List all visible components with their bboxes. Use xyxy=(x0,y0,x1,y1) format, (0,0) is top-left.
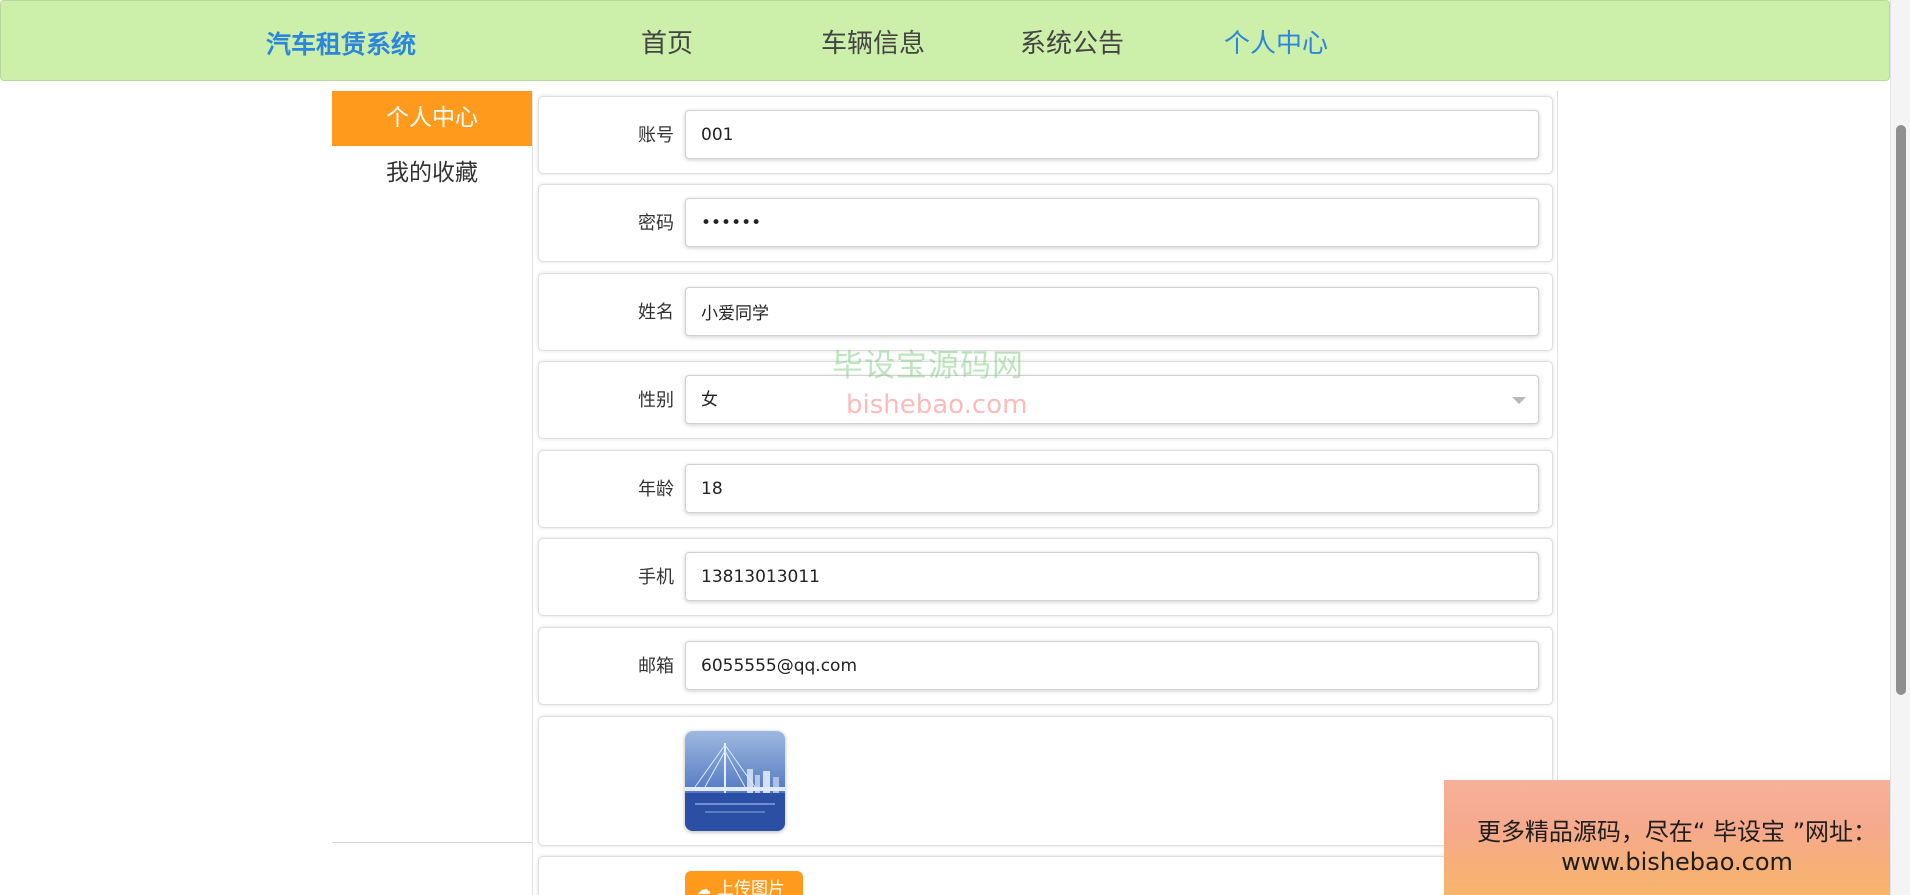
form-row-age: 年龄 xyxy=(538,450,1553,528)
age-input[interactable] xyxy=(685,464,1539,513)
form-row-account: 账号 xyxy=(538,96,1553,174)
nav-home[interactable]: 首页 xyxy=(641,23,693,60)
nav-announcements[interactable]: 系统公告 xyxy=(1020,23,1124,60)
nav-personal-center[interactable]: 个人中心 xyxy=(1224,23,1328,60)
name-label: 姓名 xyxy=(638,302,674,323)
form-row-name: 姓名 xyxy=(538,273,1553,351)
email-label: 邮箱 xyxy=(638,656,674,677)
email-input[interactable] xyxy=(685,641,1539,690)
watermark-en: bishebao.com xyxy=(846,390,1028,420)
password-label: 密码 xyxy=(638,213,674,234)
gender-select-value: 女 xyxy=(701,390,718,410)
upload-image-label: 上传图片 xyxy=(717,879,785,895)
password-input[interactable] xyxy=(685,198,1539,247)
form-row-password: 密码 xyxy=(538,184,1553,262)
scrollbar-thumb[interactable] xyxy=(1896,125,1906,695)
cloud-upload-icon: ☁ xyxy=(697,882,711,895)
watermark-cn: 毕设宝源码网 xyxy=(832,348,1024,384)
vertical-scrollbar[interactable] xyxy=(1890,0,1910,895)
promo-banner: 更多精品源码，尽在“ 毕设宝 ”网址： www.bishebao.com xyxy=(1444,780,1910,895)
gender-select[interactable]: 女 xyxy=(685,375,1539,424)
account-label: 账号 xyxy=(638,125,674,146)
form-row-phone: 手机 xyxy=(538,538,1553,616)
upload-image-button[interactable]: ☁ 上传图片 xyxy=(685,871,803,895)
promo-url: www.bishebao.com xyxy=(1561,848,1793,876)
nav-vehicle-info[interactable]: 车辆信息 xyxy=(821,23,925,60)
sidebar: 个人中心 我的收藏 xyxy=(332,91,532,843)
form-row-email: 邮箱 xyxy=(538,627,1553,705)
avatar[interactable] xyxy=(685,731,785,831)
name-input[interactable] xyxy=(685,287,1539,336)
brand-title[interactable]: 汽车租赁系统 xyxy=(266,25,416,61)
chevron-down-icon xyxy=(1512,397,1526,404)
phone-input[interactable] xyxy=(685,552,1539,601)
top-navbar: 汽车租赁系统 首页 车辆信息 系统公告 个人中心 xyxy=(0,0,1890,81)
sidebar-item-personal-center[interactable]: 个人中心 xyxy=(332,91,532,146)
gender-label: 性别 xyxy=(638,390,674,411)
form-row-avatar xyxy=(538,716,1553,846)
promo-text: 更多精品源码，尽在“ 毕设宝 ”网址： xyxy=(1476,818,1878,846)
page: 汽车租赁系统 首页 车辆信息 系统公告 个人中心 个人中心 我的收藏 账号 密码… xyxy=(0,0,1910,895)
avatar-image xyxy=(685,731,785,831)
form-row-upload: ☁ 上传图片 xyxy=(538,856,1553,895)
phone-label: 手机 xyxy=(638,567,674,588)
profile-form: 账号 密码 姓名 性别 女 年龄 手机 邮箱 xyxy=(532,91,1558,895)
account-input[interactable] xyxy=(685,110,1539,159)
form-row-gender: 性别 女 xyxy=(538,361,1553,439)
age-label: 年龄 xyxy=(638,479,674,500)
sidebar-item-my-favorites[interactable]: 我的收藏 xyxy=(332,146,532,201)
